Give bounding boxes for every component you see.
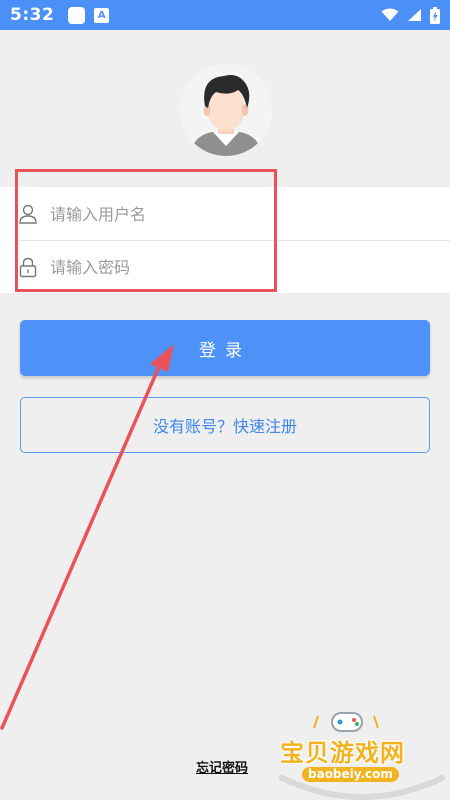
status-bar: 5:32 A [0, 0, 450, 30]
lock-icon [19, 257, 37, 278]
login-input-card [0, 187, 450, 293]
register-button[interactable]: 没有账号？快速注册 [20, 397, 430, 453]
status-icons [381, 6, 440, 24]
username-row [0, 187, 450, 240]
watermark: 宝贝游戏网 baobeiy.com [274, 708, 450, 800]
notification-app-icon: A [94, 7, 110, 23]
battery-icon [430, 6, 440, 24]
watermark-url: baobeiy.com [302, 767, 399, 782]
signal-icon [408, 9, 421, 21]
notification-icon [68, 6, 86, 24]
password-row [0, 240, 450, 293]
avatar[interactable] [180, 64, 272, 156]
wifi-icon [381, 8, 399, 21]
avatar-face-icon [180, 64, 272, 156]
watermark-title: 宝贝游戏网 [280, 739, 405, 767]
login-button[interactable]: 登录 [20, 320, 430, 376]
forgot-password-link[interactable]: 忘记密码 [196, 757, 248, 776]
status-time: 5:32 [10, 5, 55, 25]
password-input[interactable] [50, 250, 430, 284]
username-input[interactable] [50, 197, 430, 231]
user-icon [19, 204, 37, 224]
